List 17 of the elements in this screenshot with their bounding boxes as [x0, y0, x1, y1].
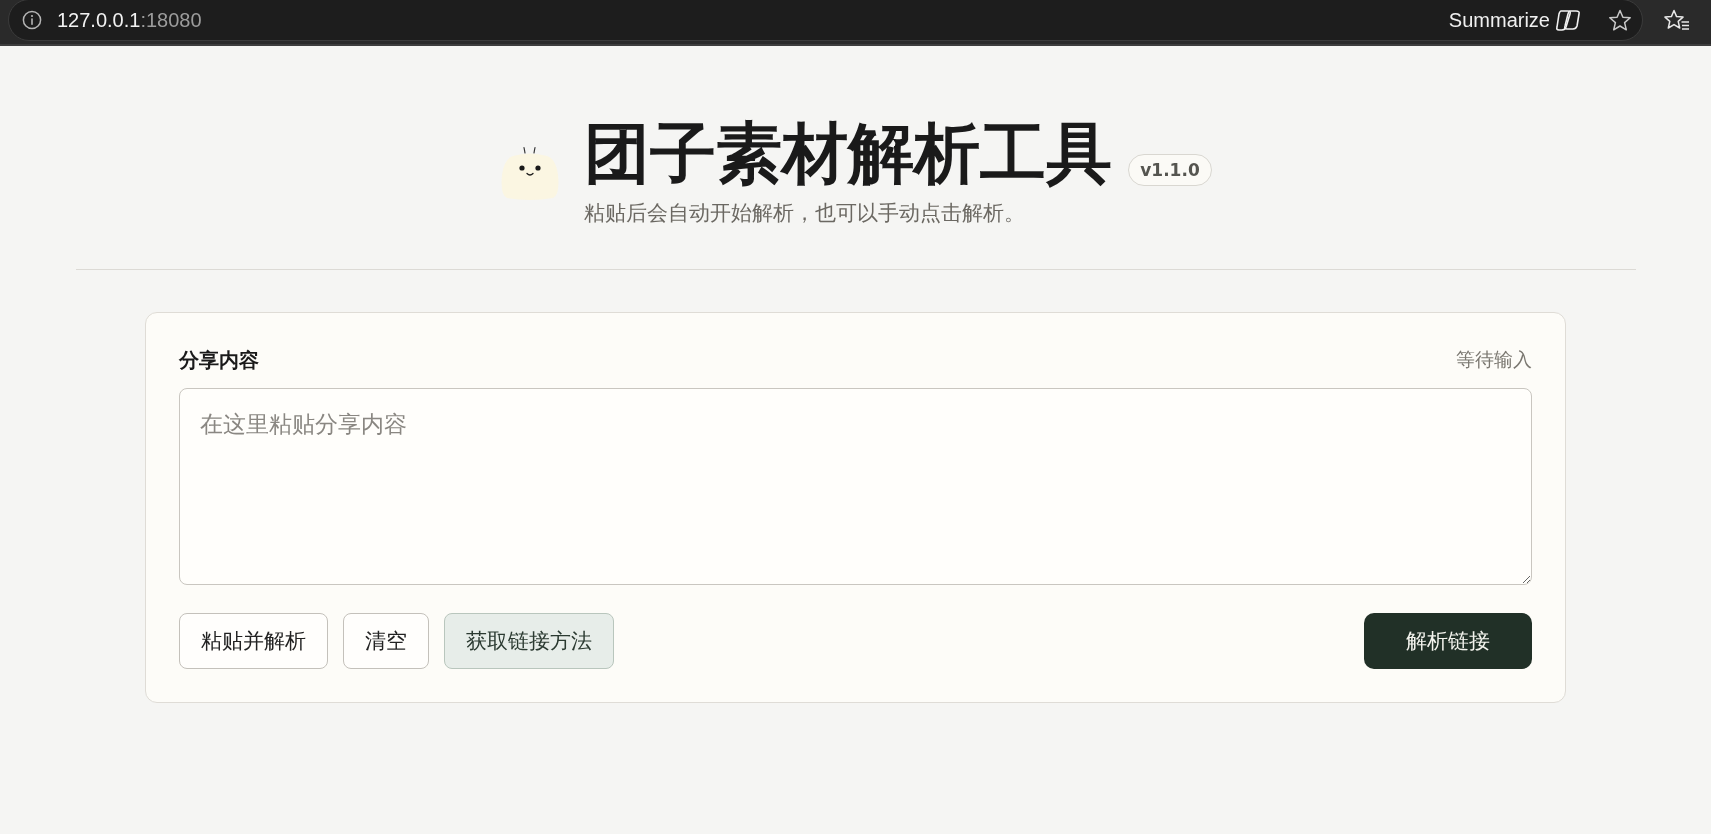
star-icon[interactable]: [1608, 8, 1632, 32]
help-button[interactable]: 获取链接方法: [444, 613, 614, 669]
status-text: 等待输入: [1456, 347, 1532, 372]
field-label: 分享内容: [179, 346, 259, 374]
parse-button[interactable]: 解析链接: [1364, 613, 1532, 669]
version-badge: v1.1.0: [1128, 154, 1212, 186]
page-subtitle: 粘贴后会自动开始解析，也可以手动点击解析。: [584, 200, 1027, 227]
share-content-field[interactable]: 在这里粘贴分享内容: [179, 388, 1532, 585]
star-list-icon[interactable]: [1664, 8, 1690, 32]
url-text[interactable]: 127.0.0.1:18080: [57, 8, 202, 32]
action-button[interactable]: 粘贴并解析: [179, 613, 328, 669]
page-title: 团子素材解析工具: [584, 117, 1113, 190]
overlapping-shapes-icon: [1555, 8, 1581, 32]
address-bar[interactable]: 127.0.0.1:18080 Summarize: [8, 0, 1643, 41]
summarize-button[interactable]: Summarize: [1448, 8, 1581, 32]
info-icon[interactable]: [22, 10, 42, 30]
action-button[interactable]: 清空: [343, 613, 429, 669]
